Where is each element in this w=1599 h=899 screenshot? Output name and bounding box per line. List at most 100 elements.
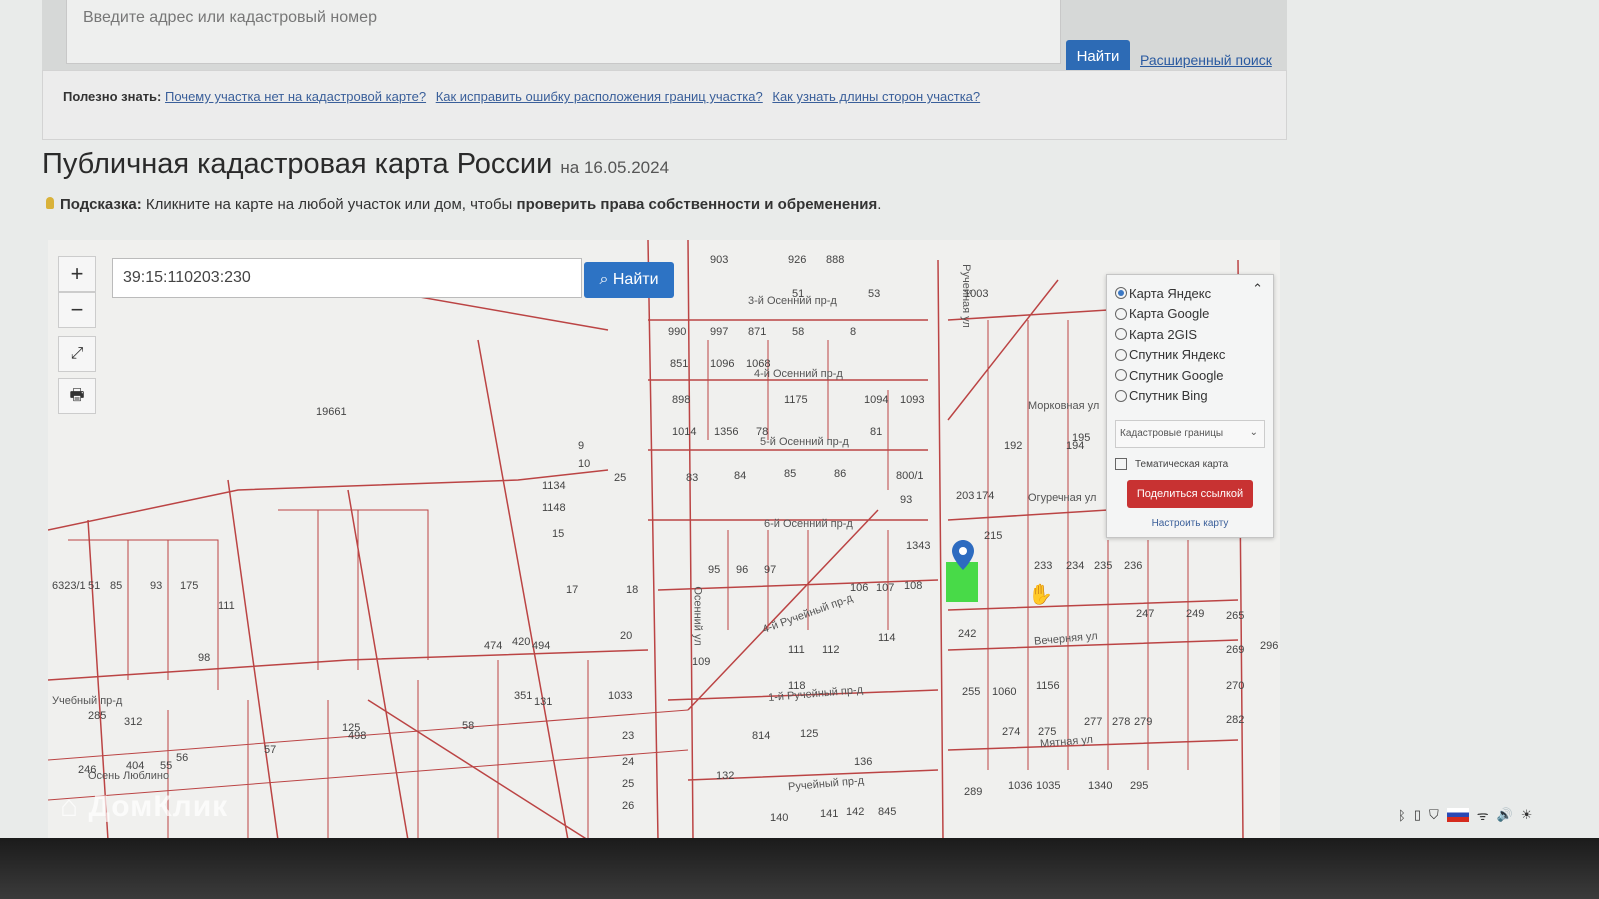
parcel-number[interactable]: 242 (958, 628, 976, 640)
parcel-number[interactable]: 295 (1130, 780, 1148, 792)
parcel-number[interactable]: 83 (686, 472, 698, 484)
parcel-number[interactable]: 20 (620, 630, 632, 642)
parcel-number[interactable]: 131 (534, 696, 552, 708)
parcel-number[interactable]: 6323/1 (52, 580, 86, 592)
parcel-number[interactable]: 125 (342, 722, 360, 734)
layer-option[interactable]: Спутник Google (1115, 365, 1265, 386)
parcel-number[interactable]: 247 (1136, 608, 1154, 620)
layer-option[interactable]: Карта Яндекс (1115, 283, 1265, 304)
parcel-number[interactable]: 85 (110, 580, 122, 592)
parcel-number[interactable]: 420 (512, 636, 530, 648)
parcel-number[interactable]: 898 (672, 394, 690, 406)
parcel-number[interactable]: 132 (716, 770, 734, 782)
parcel-number[interactable]: 118 (788, 680, 806, 692)
parcel-number[interactable]: 95 (708, 564, 720, 576)
parcel-number[interactable]: 25 (622, 778, 634, 790)
language-flag-icon[interactable] (1446, 808, 1469, 822)
parcel-number[interactable]: 19661 (316, 406, 347, 418)
parcel-number[interactable]: 109 (692, 656, 710, 668)
parcel-number[interactable]: 25 (614, 472, 626, 484)
parcel-number[interactable]: 175 (180, 580, 198, 592)
thematic-map-checkbox[interactable]: Тематическая карта (1115, 458, 1265, 470)
parcel-number[interactable]: 236 (1124, 560, 1142, 572)
print-button[interactable]: 🖶 (58, 378, 96, 414)
parcel-number[interactable]: 1035 (1036, 780, 1060, 792)
parcel-number[interactable]: 84 (734, 470, 746, 482)
brightness-icon[interactable]: ☀ (1521, 807, 1533, 823)
layer-option[interactable]: Карта 2GIS (1115, 324, 1265, 345)
parcel-number[interactable]: 1343 (906, 540, 930, 552)
parcel-number[interactable]: 278 (1112, 716, 1130, 728)
parcel-number[interactable]: 1356 (714, 426, 738, 438)
zoom-in-button[interactable]: + (58, 256, 96, 292)
parcel-number[interactable]: 203 (956, 490, 974, 502)
find-button[interactable]: Найти (1066, 40, 1130, 74)
parcel-number[interactable]: 97 (764, 564, 776, 576)
parcel-number[interactable]: 1134 (542, 480, 566, 492)
parcel-number[interactable]: 351 (514, 690, 532, 702)
link-missing-parcel[interactable]: Почему участка нет на кадастровой карте? (165, 89, 426, 104)
parcel-number[interactable]: 10 (578, 458, 590, 470)
layer-option[interactable]: Спутник Bing (1115, 386, 1265, 407)
parcel-number[interactable]: 1003 (964, 288, 988, 300)
parcel-number[interactable]: 296 (1260, 640, 1278, 652)
cadastral-map[interactable]: + − ⤢ 🖶 39:15:110203:230 ⌕ Найти 3-й Осе… (48, 240, 1280, 840)
collapse-chevron-icon[interactable]: ⌃ (1252, 281, 1263, 297)
parcel-number[interactable]: 51 (792, 288, 804, 300)
parcel-number[interactable]: 106 (850, 582, 868, 594)
parcel-number[interactable]: 270 (1226, 680, 1244, 692)
parcel-number[interactable]: 1036 (1008, 780, 1032, 792)
parcel-number[interactable]: 96 (736, 564, 748, 576)
parcel-number[interactable]: 93 (150, 580, 162, 592)
parcel-number[interactable]: 58 (792, 326, 804, 338)
parcel-number[interactable]: 234 (1066, 560, 1084, 572)
parcel-number[interactable]: 800/1 (896, 470, 924, 482)
shield-icon[interactable]: ⛉ (1429, 807, 1439, 823)
parcel-number[interactable]: 265 (1226, 610, 1244, 622)
parcel-number[interactable]: 141 (820, 808, 838, 820)
parcel-number[interactable]: 1094 (864, 394, 888, 406)
bluetooth-icon[interactable]: ᛒ (1398, 808, 1406, 823)
parcel-number[interactable]: 888 (826, 254, 844, 266)
parcel-number[interactable]: 1156 (1036, 680, 1060, 692)
parcel-number[interactable]: 494 (532, 640, 550, 652)
volume-icon[interactable]: 🔊 (1497, 807, 1513, 823)
parcel-number[interactable]: 114 (878, 632, 896, 644)
parcel-number[interactable]: 17 (566, 584, 578, 596)
parcel-number[interactable]: 851 (670, 358, 688, 370)
parcel-number[interactable]: 18 (626, 584, 638, 596)
parcel-number[interactable]: 15 (552, 528, 564, 540)
share-link-button[interactable]: Поделиться ссылкой (1127, 480, 1253, 508)
layer-option[interactable]: Карта Google (1115, 304, 1265, 325)
parcel-number[interactable]: 51 (88, 580, 100, 592)
parcel-number[interactable]: 1014 (672, 426, 696, 438)
parcel-number[interactable]: 903 (710, 254, 728, 266)
parcel-number[interactable]: 195 (1072, 432, 1090, 444)
parcel-number[interactable]: 282 (1226, 714, 1244, 726)
parcel-number[interactable]: 57 (264, 744, 276, 756)
parcel-number[interactable]: 98 (198, 652, 210, 664)
parcel-number[interactable]: 174 (976, 490, 994, 502)
parcel-number[interactable]: 990 (668, 326, 686, 338)
parcel-number[interactable]: 274 (1002, 726, 1020, 738)
parcel-number[interactable]: 1068 (746, 358, 770, 370)
parcel-number[interactable]: 1096 (710, 358, 734, 370)
parcel-number[interactable]: 235 (1094, 560, 1112, 572)
parcel-number[interactable]: 997 (710, 326, 728, 338)
parcel-number[interactable]: 8 (850, 326, 856, 338)
parcel-number[interactable]: 140 (770, 812, 788, 824)
parcel-number[interactable]: 136 (854, 756, 872, 768)
parcel-number[interactable]: 312 (124, 716, 142, 728)
advanced-search-link[interactable]: Расширенный поиск (1140, 52, 1272, 68)
parcel-number[interactable]: 108 (904, 580, 922, 592)
parcel-number[interactable]: 269 (1226, 644, 1244, 656)
parcel-number[interactable]: 56 (176, 752, 188, 764)
parcel-number[interactable]: 58 (462, 720, 474, 732)
parcel-number[interactable]: 85 (784, 468, 796, 480)
parcel-number[interactable]: 1148 (542, 502, 566, 514)
parcel-number[interactable]: 279 (1134, 716, 1152, 728)
parcel-number[interactable]: 277 (1084, 716, 1102, 728)
parcel-number[interactable]: 9 (578, 440, 584, 452)
overlay-select[interactable]: Кадастровые границы ⌄ (1115, 420, 1265, 448)
parcel-number[interactable]: 125 (800, 728, 818, 740)
